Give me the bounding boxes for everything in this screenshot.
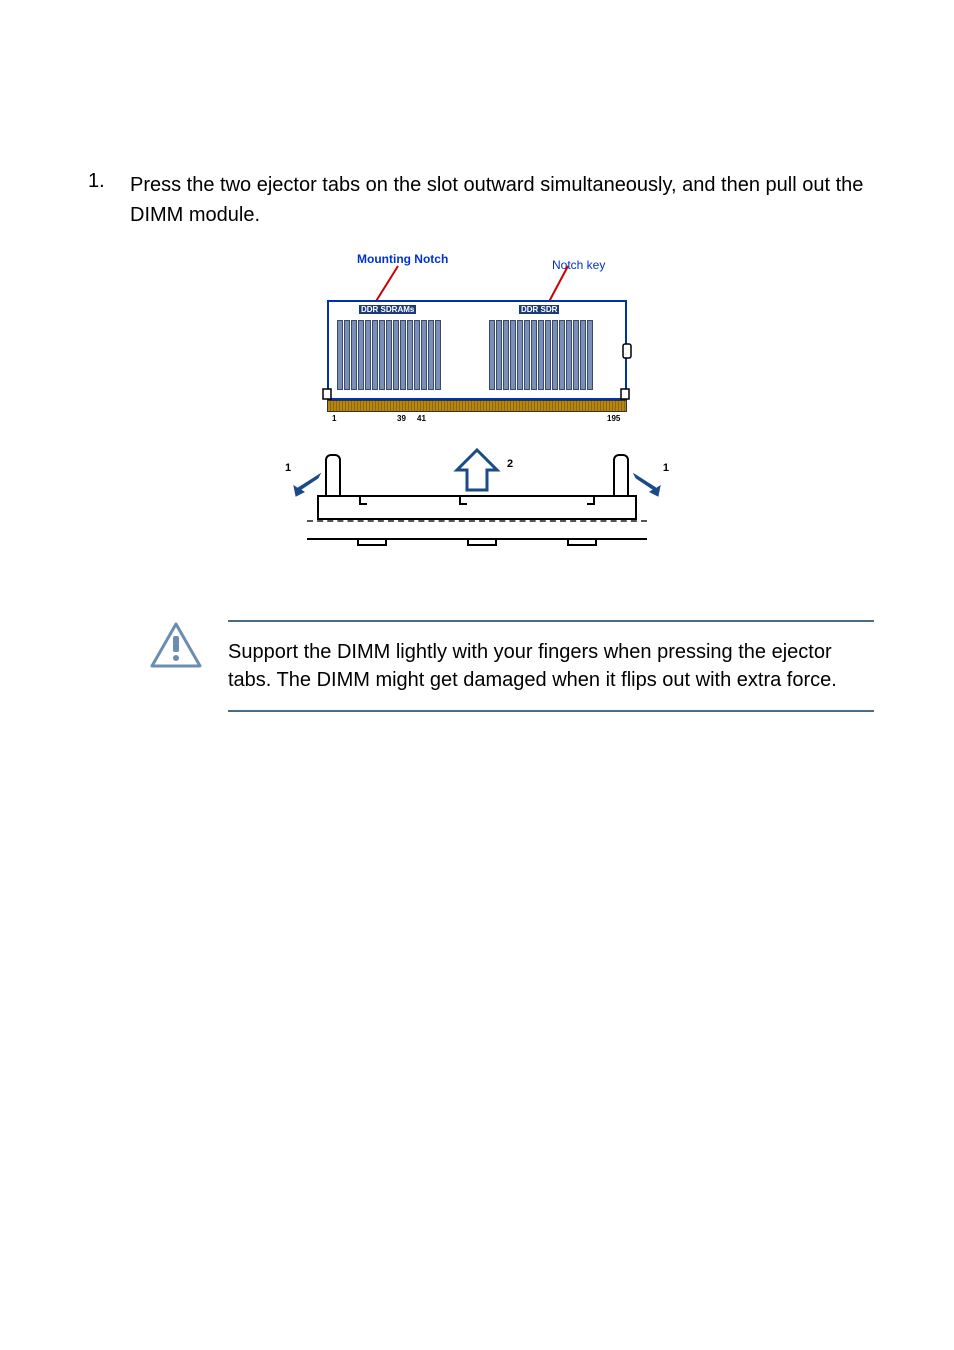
step-text: Press the two ejector tabs on the slot o… xyxy=(130,170,874,230)
dimm-module-graphic: DDR SDRAMs DDR SDR 1 39 41 195 xyxy=(327,300,627,420)
clip-left-icon xyxy=(321,387,335,401)
marker-left-1: 1 xyxy=(285,462,291,474)
dimm-chip-label-left: DDR SDRAMs xyxy=(359,305,416,314)
marker-right-1: 1 xyxy=(663,462,669,474)
dimm-pins xyxy=(327,400,627,412)
clip-right2-icon xyxy=(619,387,633,401)
caution-icon xyxy=(148,620,204,670)
pin-label-1: 1 xyxy=(332,414,336,423)
arrow-outward-right-icon xyxy=(632,468,662,498)
caution-content: Support the DIMM lightly with your finge… xyxy=(228,620,874,712)
pin-label-41: 41 xyxy=(417,414,426,423)
label-mounting-notch: Mounting Notch xyxy=(357,252,448,266)
label-notch-key: Notch key xyxy=(552,258,605,272)
instruction-step: 1. Press the two ejector tabs on the slo… xyxy=(80,170,874,230)
diagram-container: Mounting Notch Notch key DDR SDRAMs DDR … xyxy=(80,250,874,580)
caution-text: Support the DIMM lightly with your finge… xyxy=(228,638,874,694)
dimm-removal-diagram: Mounting Notch Notch key DDR SDRAMs DDR … xyxy=(257,250,697,580)
ejector-right xyxy=(613,454,629,499)
pin-label-39: 39 xyxy=(397,414,406,423)
ejector-left xyxy=(325,454,341,499)
arrow-outward-left-icon xyxy=(292,468,322,498)
step-number: 1. xyxy=(80,170,130,230)
slot-base xyxy=(317,495,637,520)
slot-bottom xyxy=(307,520,647,540)
slot-side-view: 1 2 1 xyxy=(297,450,657,550)
pin-label-195: 195 xyxy=(607,414,620,423)
caution-row: Support the DIMM lightly with your finge… xyxy=(80,620,874,712)
dimm-chips-left xyxy=(337,320,441,390)
marker-center-2: 2 xyxy=(507,458,513,470)
dimm-chips-right xyxy=(489,320,593,390)
dimm-chip-label-right: DDR SDR xyxy=(519,305,559,314)
dimm-body: DDR SDRAMs DDR SDR xyxy=(327,300,627,400)
clip-right-icon xyxy=(621,342,635,360)
